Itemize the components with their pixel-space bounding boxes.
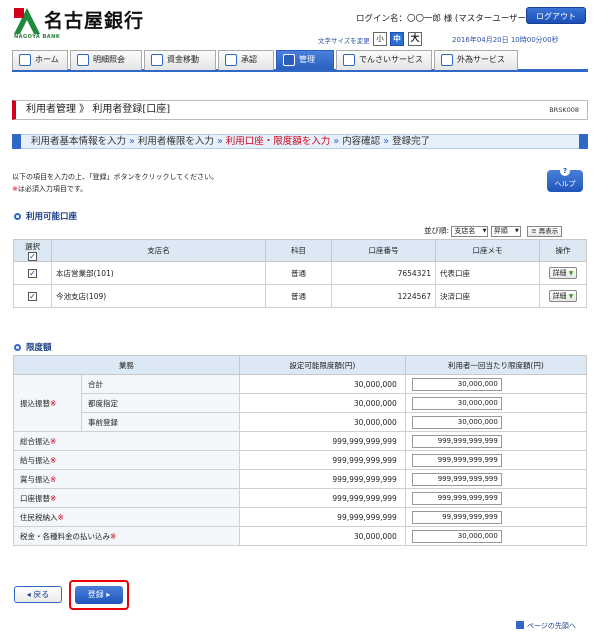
step-1: 利用者基本情報を入力 xyxy=(31,136,127,147)
limit-input-bonus[interactable]: 999,999,999,999 xyxy=(411,472,502,486)
font-size-medium-button[interactable]: 中 xyxy=(390,32,404,46)
limit-input-each-time[interactable]: 30,000,000 xyxy=(411,396,502,410)
instructions: 以下の項目を入力の上、「登録」ボタンをクリックしてください。 ※は必須入力項目で… xyxy=(12,173,219,193)
header-memo: 口座メモ xyxy=(435,239,540,262)
tab-admin[interactable]: 管理 xyxy=(276,50,334,70)
accounts-table: 選択 ✓ 支店名 科目 口座番号 口座メモ 操作 ✓ 本店営業部(101) 普通 … xyxy=(13,239,587,308)
step-arrow: » xyxy=(129,136,135,147)
header-number: 口座番号 xyxy=(331,239,436,262)
font-size-label: 文字サイズを変更 xyxy=(318,37,370,45)
table-row: 総合振込※ 999,999,999,999 999,999,999,999 xyxy=(13,431,588,451)
limit-input-general-transfer[interactable]: 999,999,999,999 xyxy=(411,434,502,448)
bank-name: 名古屋銀行 xyxy=(44,10,145,32)
document-icon xyxy=(77,54,89,66)
page-top-link[interactable]: ページの先頭へ xyxy=(516,621,576,631)
select-all-checkbox[interactable]: ✓ xyxy=(28,251,37,261)
step-cap-left xyxy=(12,134,21,149)
bullet-icon xyxy=(14,213,21,220)
header-branch: 支店名 xyxy=(51,239,266,262)
table-row: ✓ 今池支店(109) 普通 1224567 決済口座 詳細 ▼ xyxy=(13,284,587,308)
table-row: 口座振替※ 999,999,999,999 999,999,999,999 xyxy=(13,488,588,508)
limit-input-preregistered[interactable]: 30,000,000 xyxy=(411,415,502,429)
table-row: 賞与振込※ 999,999,999,999 999,999,999,999 xyxy=(13,469,588,489)
arrow-up-icon xyxy=(516,621,524,629)
chevron-down-icon: ▼ xyxy=(568,270,574,277)
header-business: 業務 xyxy=(13,355,240,375)
tab-densai[interactable]: でんさいサービス xyxy=(336,50,432,70)
login-name: ログイン名：〇〇一郎 様 (マスターユーザー) xyxy=(356,14,530,24)
header-action: 操作 xyxy=(539,239,587,262)
tab-statements[interactable]: 明細照会 xyxy=(70,50,142,70)
register-highlight: 登録 ▸ xyxy=(69,580,129,610)
screen-id: BRSK008 xyxy=(549,106,579,114)
table-row: 振込振替※ 合計 30,000,000 30,000,000 xyxy=(13,374,588,432)
limits-section-title: 限度額 xyxy=(14,341,52,353)
accounts-section-title: 利用可能口座 xyxy=(14,210,77,222)
limit-input-tax-payment[interactable]: 30,000,000 xyxy=(411,529,502,543)
step-cap-right xyxy=(579,134,588,149)
step-4: 内容確認 xyxy=(342,136,381,147)
step-arrow: » xyxy=(383,136,390,147)
step-indicator: 利用者基本情報を入力 » 利用者権限を入力 » 利用口座・限度額を入力 » 内容… xyxy=(12,134,588,149)
row-checkbox[interactable]: ✓ xyxy=(28,291,37,301)
sort-field-select[interactable]: 支店名 xyxy=(451,225,489,237)
header-type: 科目 xyxy=(265,239,332,262)
admin-icon xyxy=(283,54,295,66)
table-row: ✓ 本店営業部(101) 普通 7654321 代表口座 詳細 ▼ xyxy=(13,261,587,285)
table-row: 給与振込※ 999,999,999,999 999,999,999,999 xyxy=(13,450,588,470)
tab-transfer[interactable]: 資金移動 xyxy=(144,50,216,70)
step-3-current: 利用口座・限度額を入力 xyxy=(225,136,331,147)
table-row: 住民税納入※ 99,999,999,999 99,999,999,999 xyxy=(13,507,588,527)
font-size-small-button[interactable]: 小 xyxy=(373,32,387,46)
step-2: 利用者権限を入力 xyxy=(137,136,214,147)
page-title: 利用者管理 》 利用者登録[口座] BRSK008 xyxy=(12,100,588,120)
limit-input-resident-tax[interactable]: 99,999,999,999 xyxy=(411,510,502,524)
sort-order-select[interactable]: 昇順 xyxy=(490,225,521,237)
register-button[interactable]: 登録 ▸ xyxy=(75,586,123,604)
transfer-icon xyxy=(151,54,163,66)
tab-approval[interactable]: 承認 xyxy=(218,50,274,70)
tab-home[interactable]: ホーム xyxy=(12,50,68,70)
bullet-icon xyxy=(14,344,21,351)
header-select: 選択 ✓ xyxy=(13,239,52,262)
forex-icon xyxy=(441,54,453,66)
step-5: 登録完了 xyxy=(392,136,431,147)
detail-button[interactable]: 詳細 ▼ xyxy=(548,290,578,302)
densai-icon xyxy=(343,54,355,66)
redisplay-button[interactable]: ≡ 再表示 xyxy=(527,225,563,237)
back-button[interactable]: ◂ 戻る xyxy=(14,586,62,603)
check-icon xyxy=(225,54,237,66)
sort-controls: 並び順: 支店名 昇順 ≡ 再表示 xyxy=(424,225,563,237)
limit-input-total[interactable]: 30,000,000 xyxy=(411,377,502,391)
table-row: 都度指定 30,000,000 30,000,000 xyxy=(14,393,588,413)
header-per-user: 利用者一回当たり限度額(円) xyxy=(404,355,588,375)
help-button[interactable]: ? ヘルプ xyxy=(547,166,583,192)
step-arrow: » xyxy=(216,136,223,147)
main-nav: ホーム 明細照会 資金移動 承認 管理 でんさいサービス 外為サービス xyxy=(12,50,588,72)
limit-input-salary[interactable]: 999,999,999,999 xyxy=(411,453,502,467)
logout-button[interactable]: ログアウト xyxy=(526,7,586,24)
table-row: 税金・各種料金の払い込み※ 30,000,000 30,000,000 xyxy=(13,526,588,546)
datetime: 2016年04月20日 10時00分00秒 xyxy=(452,36,559,44)
bank-sub-name: NAGOYA BANK xyxy=(14,34,61,40)
font-size-large-button[interactable]: 大 xyxy=(408,32,422,46)
limits-table: 業務 設定可能限度額(円) 利用者一回当たり限度額(円) 振込振替※ 合計 30… xyxy=(13,355,588,546)
chevron-right-icon: ▸ xyxy=(103,590,111,599)
chevron-down-icon: ▼ xyxy=(568,293,574,300)
header-settable: 設定可能限度額(円) xyxy=(238,355,406,375)
row-checkbox[interactable]: ✓ xyxy=(28,268,37,278)
tab-forex[interactable]: 外為サービス xyxy=(434,50,518,70)
home-icon xyxy=(19,54,31,66)
limit-input-account-transfer[interactable]: 999,999,999,999 xyxy=(411,491,502,505)
detail-button[interactable]: 詳細 ▼ xyxy=(548,267,578,279)
header: 名古屋銀行 NAGOYA BANK ログイン名：〇〇一郎 様 (マスターユーザー… xyxy=(0,0,600,48)
question-icon: ? xyxy=(560,166,570,176)
bank-logo-icon xyxy=(14,8,40,34)
table-row: 事前登録 30,000,000 30,000,000 xyxy=(14,412,588,432)
step-arrow: » xyxy=(333,136,340,147)
